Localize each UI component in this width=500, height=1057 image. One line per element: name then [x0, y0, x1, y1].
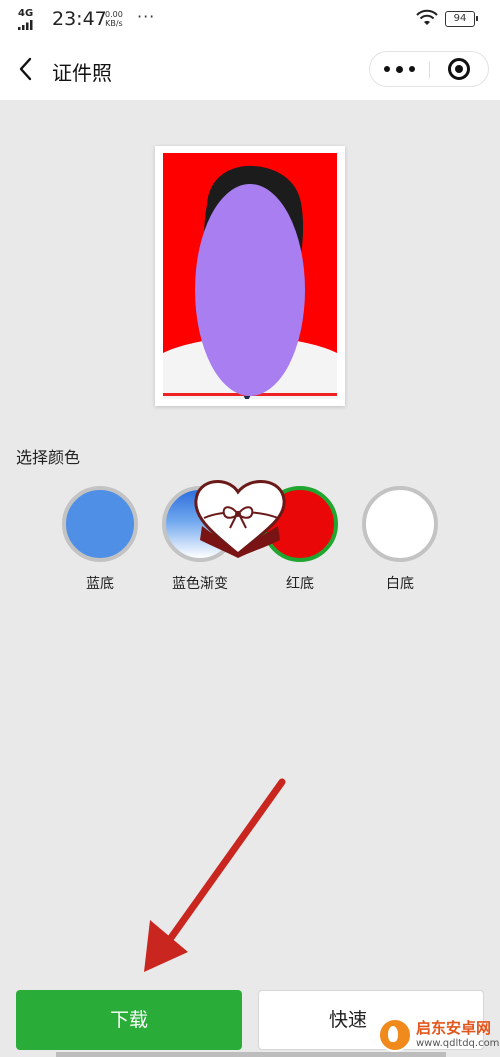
signal-icon: [18, 20, 33, 30]
watermark-name: 启东安卓网: [416, 1019, 492, 1037]
color-option-label: 白底: [386, 576, 414, 592]
color-option-white[interactable]: [362, 486, 438, 562]
color-option-label: 红底: [286, 576, 314, 592]
select-color-label: 选择颜色: [16, 448, 81, 467]
network-speed-unit: KB/s: [105, 19, 123, 28]
back-arrow-icon[interactable]: [14, 54, 38, 84]
color-option-blue[interactable]: [62, 486, 138, 562]
wifi-icon: [416, 9, 438, 25]
heart-gift-sticker-icon: [194, 480, 286, 558]
color-option-label: 蓝色渐变: [172, 576, 228, 592]
network-speed: 0.00 KB/s: [105, 10, 123, 28]
status-overflow-dots: ···: [137, 7, 156, 26]
annotation-arrow-icon: [144, 778, 286, 972]
id-photo-frame: [155, 146, 345, 406]
color-option-label: 蓝底: [86, 576, 114, 592]
status-bar: 4G 23:47 0.00 KB/s ··· 94: [0, 0, 500, 38]
more-icon[interactable]: [370, 52, 429, 86]
quick-action-label: 快速: [329, 1009, 368, 1031]
page-title: 证件照: [52, 61, 112, 85]
close-mini-program-icon[interactable]: [430, 52, 488, 86]
site-watermark: 启东安卓网 www.qdltdq.com: [378, 1016, 500, 1056]
battery-icon: 94: [445, 11, 478, 27]
network-speed-value: 0.00: [105, 10, 123, 19]
clock-time: 23:47: [52, 8, 107, 30]
portrait-figure: [163, 165, 337, 399]
mini-program-capsule: [369, 51, 489, 87]
watermark-url: www.qdltdq.com: [416, 1038, 500, 1049]
nav-bar: 证件照: [0, 38, 500, 100]
network-type: 4G: [18, 8, 34, 19]
id-photo-preview: [163, 153, 337, 399]
watermark-logo-icon: [378, 1018, 412, 1052]
download-button[interactable]: 下载: [16, 990, 242, 1050]
